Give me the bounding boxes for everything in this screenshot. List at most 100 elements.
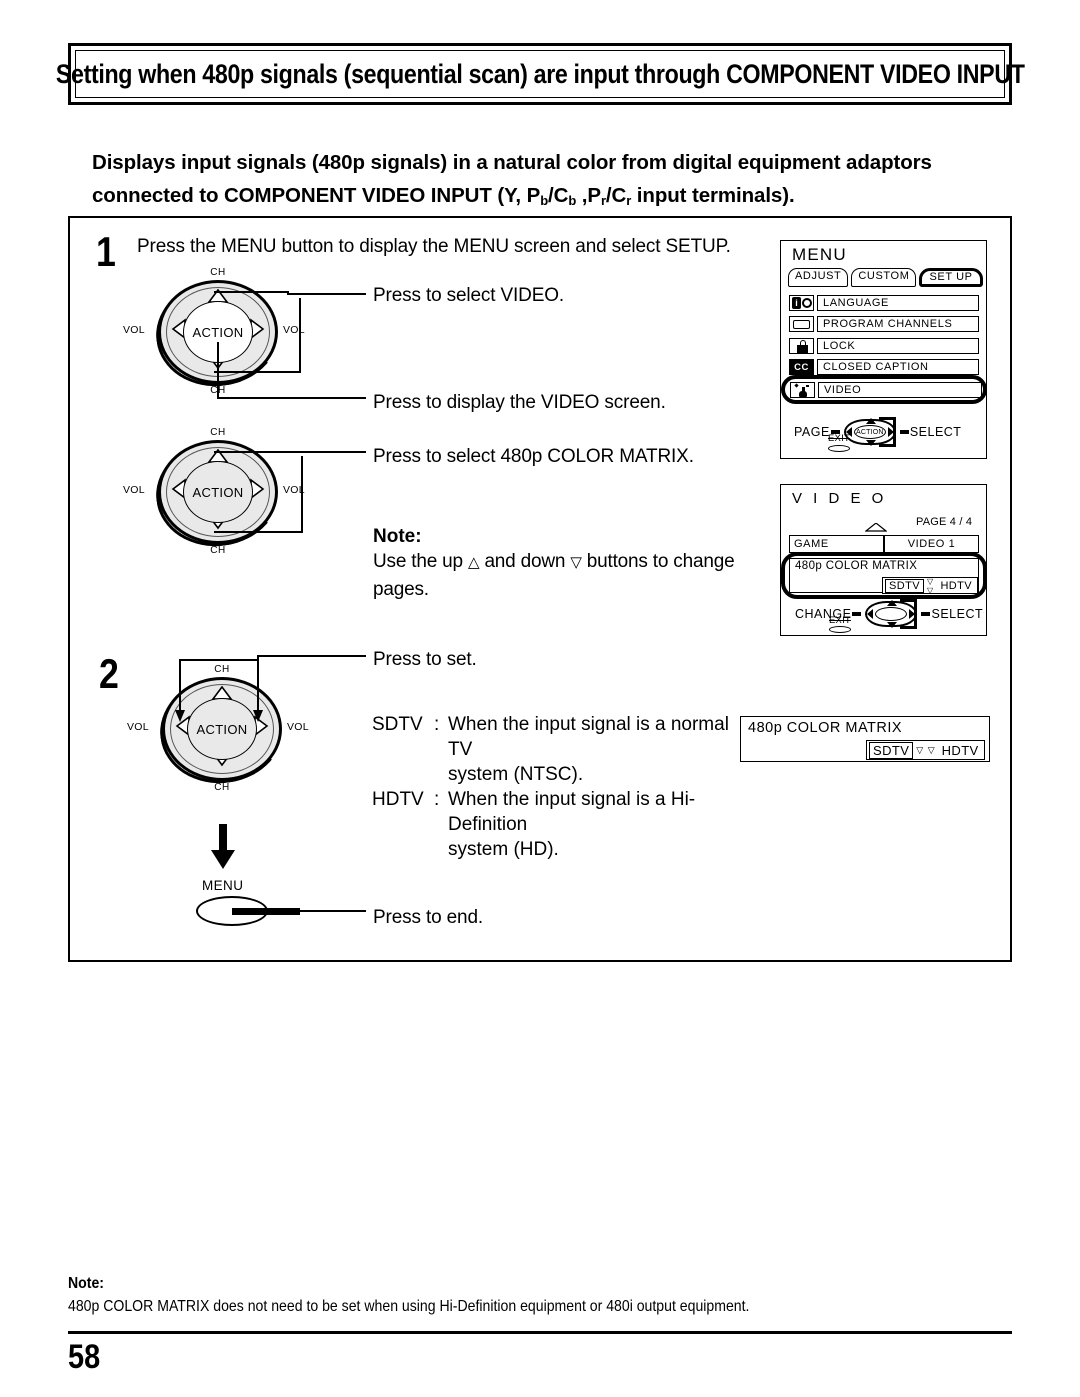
osd-video-matrix-label: 480p COLOR MATRIX <box>795 560 918 572</box>
step-1-instruction: Press the MENU button to display the MEN… <box>137 236 731 257</box>
dial-vol-left-label: VOL <box>123 484 145 496</box>
nav-left-label: PAGE <box>794 425 830 439</box>
hand-pointer-icon <box>790 381 815 398</box>
subtitle-sub-cb: b <box>568 193 577 208</box>
page-number: 58 <box>68 1338 101 1376</box>
osd-video-matrix-row[interactable]: 480p COLOR MATRIX SDTV ▽ ▽ HDTV <box>789 558 979 595</box>
page-subtitle: Displays input signals (480p signals) in… <box>92 146 1022 214</box>
note-line-2: pages. <box>373 579 429 600</box>
osd-menu-title: MENU <box>792 245 847 264</box>
menu-item-label: LANGUAGE <box>817 294 979 311</box>
option-hdtv[interactable]: HDTV <box>937 580 975 592</box>
osd-video-title: V I D E O <box>792 490 887 507</box>
dial-vol-right-label: VOL <box>283 324 305 336</box>
step-2-number: 2 <box>99 650 119 697</box>
page-title-banner-inner-rule: Setting when 480p signals (sequential sc… <box>56 50 1025 98</box>
menu-item-lock[interactable]: LOCK <box>789 336 979 355</box>
hand-pointer-icon-spark-right <box>806 384 809 387</box>
bottom-note-block: Note: 480p COLOR MATRIX does not need to… <box>68 1275 1018 1316</box>
padlock-icon <box>789 337 814 354</box>
option-selected-sdtv[interactable]: SDTV <box>869 741 914 759</box>
subtitle-seg-d: /C <box>605 184 627 207</box>
remote-dial-3[interactable]: ACTION CH CH VOL VOL <box>127 664 309 793</box>
nav-exit-label: EXIT <box>828 433 850 444</box>
language-icon: i <box>789 294 814 311</box>
subtitle-sub-pr: r <box>600 193 606 208</box>
hand-pointer-icon-spark-left <box>794 383 799 388</box>
menu-item-language[interactable]: i LANGUAGE <box>789 293 979 312</box>
note-seg-b: and down <box>484 551 566 572</box>
tv-screen-icon <box>789 316 814 332</box>
callout-display-video-screen: Press to display the VIDEO screen. <box>373 392 666 413</box>
down-triangle-icon: ▽ <box>570 554 582 571</box>
padlock-icon-body <box>797 344 808 353</box>
nav-action-dial[interactable] <box>862 599 920 629</box>
page-title-banner: Setting when 480p signals (sequential sc… <box>56 43 1025 105</box>
osd-video-matrix-options[interactable]: SDTV ▽ ▽ HDTV <box>882 576 978 595</box>
option-arrows-icon: ▽ ▽ <box>916 744 936 755</box>
dial-action-button[interactable]: ACTION <box>187 698 257 760</box>
nav-right-label: SELECT <box>909 425 962 439</box>
callout-press-to-set: Press to set. <box>373 649 477 670</box>
note-seg-a: Use the up <box>373 551 463 572</box>
menu-button[interactable]: MENU <box>196 878 306 933</box>
nav-exit-label: EXIT <box>829 615 851 626</box>
dial-action-button[interactable]: ACTION <box>183 461 253 523</box>
subtitle-seg-e: input terminals). <box>631 184 795 207</box>
note-seg-c: buttons to change <box>586 551 735 572</box>
language-icon-circle <box>802 297 812 308</box>
osd-menu-tabs: ADJUST CUSTOM SET UP <box>788 268 983 287</box>
nav-dial-down-arrow-icon <box>887 622 898 628</box>
menu-item-program-channels[interactable]: PROGRAM CHANNELS <box>789 315 979 334</box>
nav-exit-oval[interactable] <box>828 445 850 452</box>
osd-color-matrix-options[interactable]: SDTV ▽ ▽ HDTV <box>866 740 985 760</box>
footer-divider <box>68 1331 1012 1334</box>
osd-color-matrix-label: 480p COLOR MATRIX <box>748 720 903 736</box>
tab-custom[interactable]: CUSTOM <box>851 268 917 287</box>
dial-ch-bottom-label: CH <box>210 545 226 556</box>
tab-set-up[interactable]: SET UP <box>919 268 983 287</box>
osd-video-nav-hint: CHANGE SELECT <box>795 599 983 629</box>
option-hdtv[interactable]: HDTV <box>939 743 982 758</box>
closed-caption-icon-text: CC <box>790 360 813 374</box>
dial-ch-top-label: CH <box>214 664 230 675</box>
callout-select-video: Press to select VIDEO. <box>373 285 564 306</box>
dial-action-button[interactable]: ACTION <box>183 301 253 363</box>
page-up-triangle-icon <box>865 523 887 532</box>
osd-video-matrix-highlight: 480p COLOR MATRIX SDTV ▽ ▽ HDTV <box>781 552 987 599</box>
remote-dial-1[interactable]: ACTION CH CH VOL VOL <box>123 267 305 396</box>
menu-button-oval[interactable] <box>196 896 268 926</box>
dial-vol-right-label: VOL <box>283 484 305 496</box>
subtitle-line-1: Displays input signals (480p signals) in… <box>92 151 932 174</box>
dial-ch-top-label: CH <box>210 267 226 278</box>
subtitle-seg-c: ,P <box>576 184 601 207</box>
closed-caption-icon: CC <box>789 359 814 375</box>
menu-button-label: MENU <box>202 878 244 893</box>
osd-menu-screen: MENU ADJUST CUSTOM SET UP i LANGUAGE PRO… <box>780 240 987 459</box>
nav-dial-up-arrow-icon <box>887 600 898 606</box>
bottom-note-label: Note: <box>68 1275 104 1292</box>
option-arrows-icon: ▽ ▽ <box>926 576 935 595</box>
nav-exit-oval[interactable] <box>829 626 851 633</box>
flow-down-arrow-icon <box>211 824 235 869</box>
tv-screen-icon-shape <box>793 320 810 329</box>
osd-video-input-cell[interactable]: VIDEO 1 <box>884 535 979 553</box>
osd-color-matrix-panel: 480p COLOR MATRIX SDTV ▽ ▽ HDTV <box>740 716 990 762</box>
menu-item-video[interactable]: VIDEO <box>781 375 987 404</box>
menu-item-label: LOCK <box>817 337 979 354</box>
osd-video-mode-cell[interactable]: GAME <box>789 535 884 553</box>
remote-dial-2[interactable]: ACTION CH CH VOL VOL <box>123 427 305 556</box>
up-triangle-icon: △ <box>468 554 480 571</box>
subtitle-line-2: connected to COMPONENT VIDEO INPUT (Y, P… <box>92 179 1022 214</box>
tab-adjust[interactable]: ADJUST <box>788 268 849 287</box>
definition-key: HDTV <box>372 789 424 810</box>
menu-item-closed-caption[interactable]: CC CLOSED CAPTION <box>789 358 979 377</box>
dial-vol-left-label: VOL <box>127 721 149 733</box>
dial-vol-left-label: VOL <box>123 324 145 336</box>
osd-menu-nav-hint: PAGE ACTION SELECT <box>794 417 961 447</box>
option-selected-sdtv[interactable]: SDTV <box>885 578 924 593</box>
step-1-number: 1 <box>96 228 116 275</box>
nav-dial-up-arrow-icon <box>865 418 876 424</box>
language-icon-i: i <box>792 297 801 309</box>
menu-item-label: VIDEO <box>818 381 982 398</box>
